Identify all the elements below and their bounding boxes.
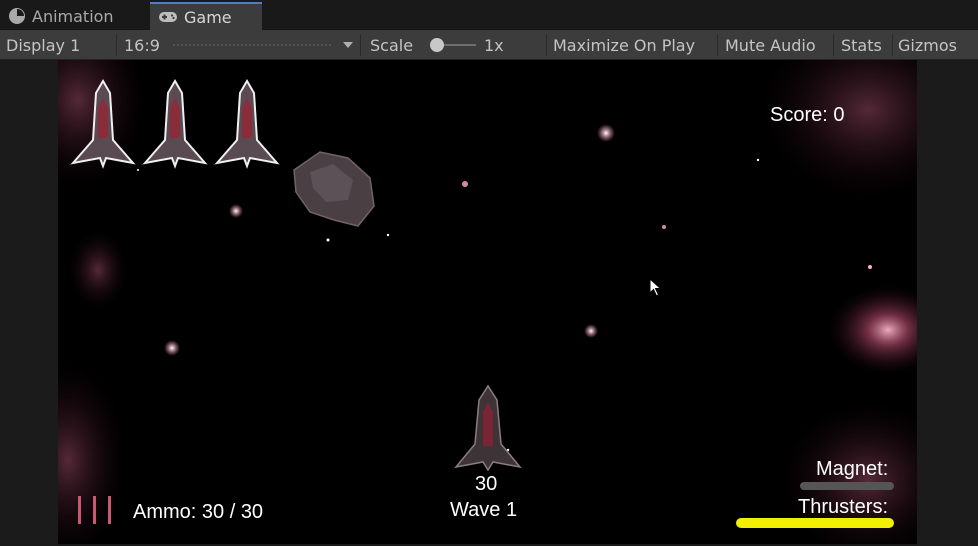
- life-ship-icon: [142, 79, 208, 169]
- gamepad-icon: [159, 12, 177, 22]
- scale-value: 1x: [484, 35, 504, 55]
- player-ship: [454, 384, 522, 472]
- display-label: Display 1: [6, 35, 81, 55]
- thrusters-bar: [736, 518, 894, 528]
- chevron-down-icon: [343, 42, 353, 48]
- scale-slider-knob[interactable]: [430, 38, 444, 52]
- tab-animation[interactable]: Animation: [0, 2, 140, 30]
- aspect-label: 16:9: [124, 35, 160, 55]
- scale-label: Scale: [370, 35, 414, 55]
- toolbar-divider: [546, 34, 547, 56]
- maximize-on-play-button[interactable]: Maximize On Play: [553, 30, 695, 60]
- toolbar-divider: [360, 34, 361, 56]
- game-viewport[interactable]: Score: 0 Ammo: 30 / 30 30 Wave 1 Magnet:…: [58, 60, 917, 544]
- ammo-count-above-ship: 30: [475, 473, 498, 495]
- thrusters-label: Thrusters:: [798, 496, 889, 518]
- toolbar-divider: [717, 34, 718, 56]
- viewport-left-letterbox: [0, 60, 58, 546]
- ammo-bars-icon: [76, 496, 118, 524]
- toolbar-divider: [116, 34, 117, 56]
- score-text: Score: 0: [770, 104, 845, 126]
- tab-strip: Animation Game: [0, 0, 978, 30]
- tab-game-label: Game: [184, 7, 232, 27]
- animation-clock-icon: [9, 8, 25, 24]
- life-ship-icon: [214, 79, 280, 169]
- gizmos-button[interactable]: Gizmos: [898, 30, 957, 60]
- tab-game[interactable]: Game: [150, 2, 262, 30]
- toolbar-divider: [892, 34, 893, 56]
- mute-audio-button[interactable]: Mute Audio: [725, 30, 816, 60]
- wave-text: Wave 1: [450, 499, 518, 521]
- display-dropdown[interactable]: Display 1: [6, 30, 80, 60]
- game-toolbar: Display 1 16:9 Scale 1x Maximize On Play…: [0, 30, 978, 60]
- aspect-dropdown[interactable]: 16:9: [124, 30, 356, 60]
- toolbar-divider: [833, 34, 834, 56]
- tab-animation-label: Animation: [32, 6, 114, 26]
- unity-editor-game-window: Animation Game Display 1 16:9 Scale 1x M…: [0, 0, 978, 546]
- viewport-right-letterbox: [917, 60, 978, 546]
- mouse-cursor-icon: [649, 278, 662, 297]
- magnet-label: Magnet:: [816, 458, 889, 480]
- stats-button[interactable]: Stats: [841, 30, 882, 60]
- magnet-bar: [800, 482, 894, 490]
- life-ship-icon: [70, 79, 136, 169]
- ammo-text: Ammo: 30 / 30: [133, 501, 264, 523]
- aspect-dotted-line: [172, 44, 332, 46]
- lives-ships: [70, 79, 280, 169]
